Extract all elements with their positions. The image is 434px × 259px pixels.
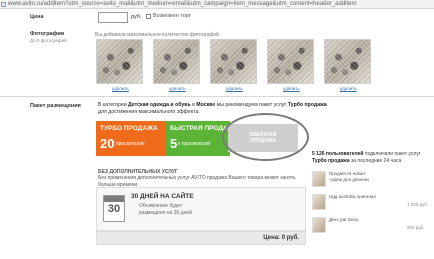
photo-remove-link[interactable]: удалить [169,86,186,91]
photo-thumbnail[interactable] [324,39,371,84]
ad-text: Ugg australia оригинал [329,194,377,199]
sidebar-ad[interactable]: Декс par Deux, 900 руб. [312,217,432,235]
price-unit: руб. [131,14,142,20]
sidebar-users-stats: 5 126 пользователей подключили пакет усл… [312,151,421,164]
ad-price: 900 руб. [407,225,425,230]
ad-thumbnail [312,171,326,187]
photo-remove-link[interactable]: удалить [340,86,357,91]
photos-hint: Вы добавили максимальное количество фото… [95,32,219,38]
photos-sublabel: До 5 фотографий [30,38,67,43]
url-text[interactable]: www.avito.ru/additem?utm_source=avito_ma… [8,0,357,9]
ad-price: 1 200 руб. [407,202,429,207]
package-turbo-title: ТУРБО ПРОДАЖА [100,125,158,132]
site-icon [1,2,6,7]
ad-thumbnail [312,217,326,233]
price-input[interactable] [98,12,128,23]
service-title: 30 ДНЕЙ НА САЙТЕ [131,193,194,200]
package-fast-count: 5 [170,136,178,151]
package-turbo-sub: x просмотров! [112,141,145,147]
photo-thumbnail[interactable] [153,39,200,84]
sidebar-ad[interactable]: Ugg australia оригинал 1 200 руб. [312,194,432,212]
total-bar: Цена: 0 руб. [96,231,306,245]
ad-text: Продается новая туфли для девочки [329,171,369,182]
package-fast-sub: x просмотров! [178,141,211,147]
service-text: Объявление будет размещено на 30 дней [139,203,192,216]
price-label: Цена [30,14,44,20]
package-turbo-button[interactable]: ТУРБО ПРОДАЖА 20 x просмотров! [96,121,166,156]
packages-label: Пакет размещения [30,103,81,109]
photo-thumbnail[interactable] [96,39,143,84]
photos-label: Фотографии [30,31,65,37]
total-price: Цена: 0 руб. [263,235,299,241]
address-bar[interactable]: www.avito.ru/additem?utm_source=avito_ma… [0,0,434,9]
photo-remove-link[interactable]: удалить [283,86,300,91]
photo-thumbnail[interactable] [267,39,314,84]
ad-text: Декс par Deux, [329,217,360,222]
negotiable-checkbox[interactable] [146,14,151,19]
calendar-icon: 30 [103,195,125,222]
photo-remove-link[interactable]: удалить [226,86,243,91]
sidebar-ad[interactable]: Продается новая туфли для девочки [312,171,432,189]
ad-thumbnail [312,194,326,210]
package-fast-button[interactable]: БЫСТРАЯ ПРОДАЖА 5 x просмотров! [166,121,238,156]
photo-remove-link[interactable]: удалить [112,86,129,91]
section-divider [0,96,434,97]
service-30-days: 30 30 ДНЕЙ НА САЙТЕ Объявление будет раз… [96,187,306,231]
packages-intro: В категории Детская одежда и обувь в Мос… [98,102,327,115]
selection-highlight-oval [222,113,309,161]
negotiable-label: Возможен торг [153,13,191,19]
photo-thumbnail[interactable] [210,39,257,84]
